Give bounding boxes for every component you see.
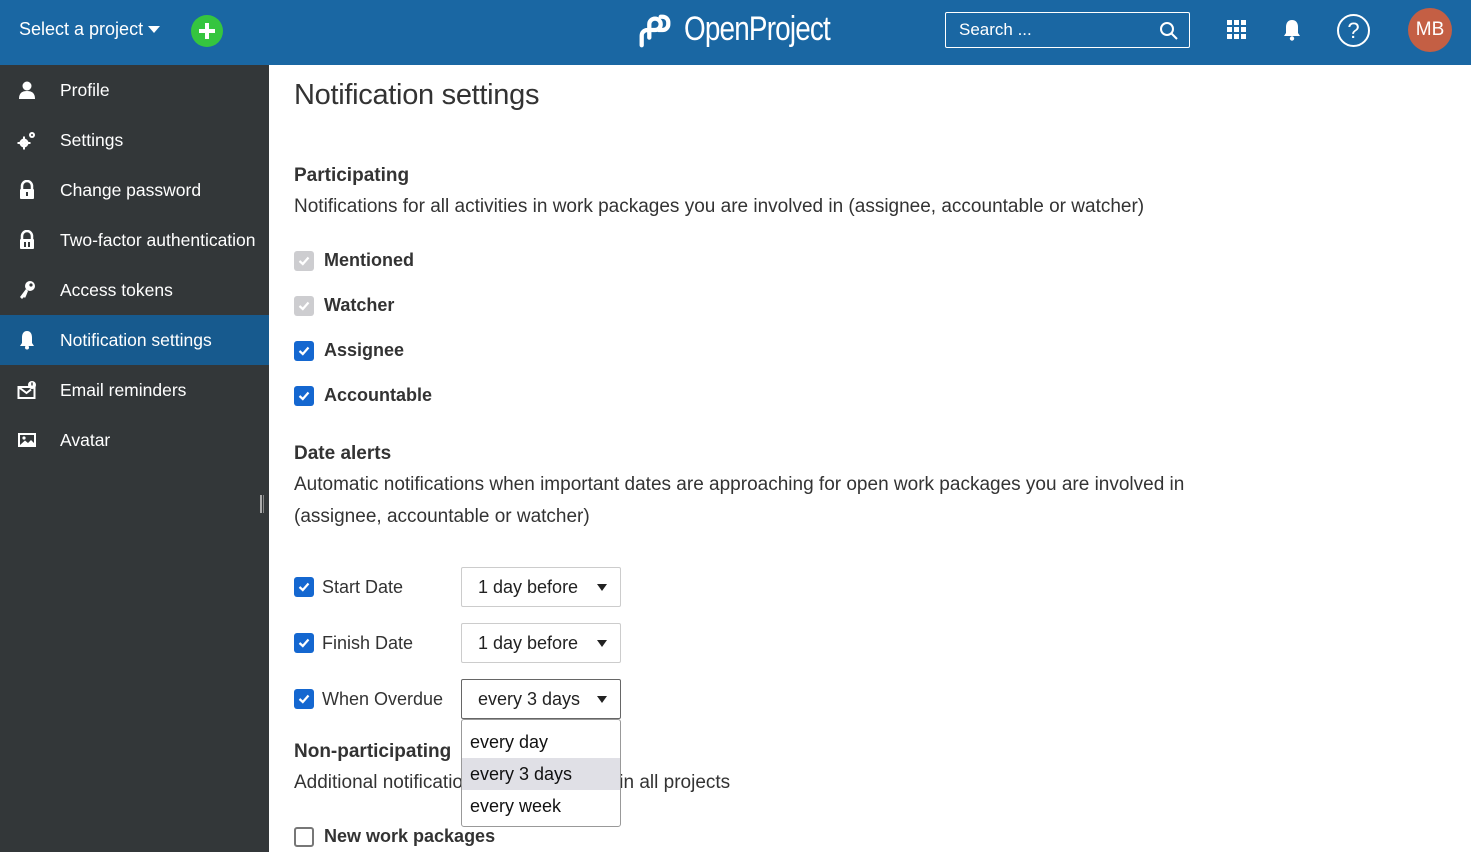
openproject-logo-icon (639, 14, 671, 47)
project-select-label: Select a project (19, 19, 144, 39)
sidebar-item-label: Settings (60, 129, 124, 150)
accountable-checkbox[interactable] (294, 385, 314, 406)
finish-date-checkbox[interactable] (294, 633, 314, 653)
checkbox-label: Accountable (324, 385, 433, 405)
when-overdue-checkbox[interactable] (294, 689, 314, 709)
sidebar-item-avatar[interactable]: Avatar (0, 415, 269, 465)
start-date-checkbox[interactable] (294, 577, 314, 597)
lock-2fa-icon (17, 230, 37, 250)
project-select-button[interactable]: Select a project (19, 19, 161, 40)
sidebar-item-label: Two-factor authentication (60, 229, 256, 250)
page-title: Notification settings (294, 79, 540, 111)
accountable-option[interactable]: Accountable (294, 385, 432, 406)
search-icon[interactable] (1159, 21, 1179, 41)
modules-grid-icon[interactable] (1227, 20, 1246, 39)
sidebar-item-notification-settings[interactable]: Notification settings (0, 315, 269, 365)
lock-icon (17, 180, 37, 200)
assignee-checkbox[interactable] (294, 340, 314, 361)
checkbox-label: Watcher (324, 295, 395, 315)
non-participating-title: Non-participating (294, 741, 452, 762)
sidebar-item-label: Email reminders (60, 379, 187, 400)
participating-title: Participating (294, 165, 410, 186)
checkbox-label: Assignee (324, 340, 405, 360)
sidebar-item-label: Profile (60, 79, 110, 100)
dropdown-option-every-3-days[interactable]: every 3 days (462, 758, 620, 790)
user-avatar[interactable]: MB (1408, 8, 1452, 52)
start-date-label: Start Date (322, 576, 404, 597)
when-overdue-row: When Overdue every 3 days (294, 679, 621, 719)
sidebar-resize-handle[interactable] (260, 495, 264, 513)
sidebar-item-profile[interactable]: Profile (0, 65, 269, 115)
help-icon[interactable]: ? (1337, 14, 1370, 47)
notifications-bell-icon[interactable] (1281, 18, 1303, 42)
caret-down-icon (148, 26, 161, 33)
email-reminder-icon (17, 380, 37, 400)
top-bar: Select a project OpenProject ? MB (0, 0, 1471, 65)
logo[interactable]: OpenProject (636, 10, 862, 49)
bell-icon (17, 330, 37, 350)
caret-down-icon (597, 584, 607, 591)
checkbox-label: New work packages (324, 826, 496, 846)
check-icon (298, 391, 310, 401)
sidebar-item-email-reminders[interactable]: Email reminders (0, 365, 269, 415)
logo-text: OpenProject (684, 10, 831, 48)
check-icon (298, 256, 310, 266)
sidebar-item-label: Change password (60, 179, 202, 200)
new-work-packages-option[interactable]: New work packages (294, 826, 495, 847)
dropdown-option-every-day[interactable]: every day (462, 726, 620, 758)
participating-description: Notifications for all activities in work… (294, 196, 1145, 217)
checkbox-label: Mentioned (324, 250, 414, 270)
search-box[interactable] (945, 12, 1190, 48)
start-date-select[interactable]: 1 day before (461, 567, 621, 607)
image-icon (17, 430, 37, 450)
date-alerts-title: Date alerts (294, 443, 392, 464)
new-work-packages-checkbox[interactable] (294, 826, 314, 847)
when-overdue-select[interactable]: every 3 days (461, 679, 621, 719)
finish-date-label: Finish Date (322, 632, 414, 653)
caret-down-icon (597, 640, 607, 647)
watcher-option[interactable]: Watcher (294, 295, 394, 316)
finish-date-row: Finish Date 1 day before (294, 623, 621, 663)
when-overdue-dropdown-list: every day every 3 days every week (461, 719, 621, 827)
search-input[interactable] (959, 20, 1149, 40)
sidebar-item-two-factor[interactable]: Two-factor authentication (0, 215, 269, 265)
check-icon (298, 638, 310, 648)
assignee-option[interactable]: Assignee (294, 340, 404, 361)
sidebar-item-access-tokens[interactable]: Access tokens (0, 265, 269, 315)
check-icon (298, 582, 310, 592)
finish-date-select[interactable]: 1 day before (461, 623, 621, 663)
date-alerts-description: Automatic notifications when important d… (294, 474, 1185, 527)
gears-icon (17, 130, 37, 150)
caret-down-icon (597, 696, 607, 703)
watcher-checkbox (294, 295, 314, 316)
sidebar: Profile Settings Change password Two-fac… (0, 65, 269, 852)
sidebar-item-settings[interactable]: Settings (0, 115, 269, 165)
sidebar-item-label: Avatar (60, 429, 111, 450)
non-participating-description: Additional notifications about activitie… (294, 772, 731, 793)
sidebar-item-label: Access tokens (60, 279, 173, 300)
check-icon (298, 301, 310, 311)
mentioned-option[interactable]: Mentioned (294, 250, 414, 271)
mentioned-checkbox (294, 250, 314, 271)
key-icon (17, 280, 37, 300)
sidebar-item-change-password[interactable]: Change password (0, 165, 269, 215)
start-date-row: Start Date 1 day before (294, 567, 621, 607)
sidebar-item-label: Notification settings (60, 329, 212, 350)
check-icon (298, 694, 310, 704)
user-icon (17, 80, 37, 100)
add-button[interactable] (191, 15, 223, 47)
check-icon (298, 346, 310, 356)
when-overdue-label: When Overdue (322, 688, 444, 709)
dropdown-option-every-week[interactable]: every week (462, 790, 620, 822)
